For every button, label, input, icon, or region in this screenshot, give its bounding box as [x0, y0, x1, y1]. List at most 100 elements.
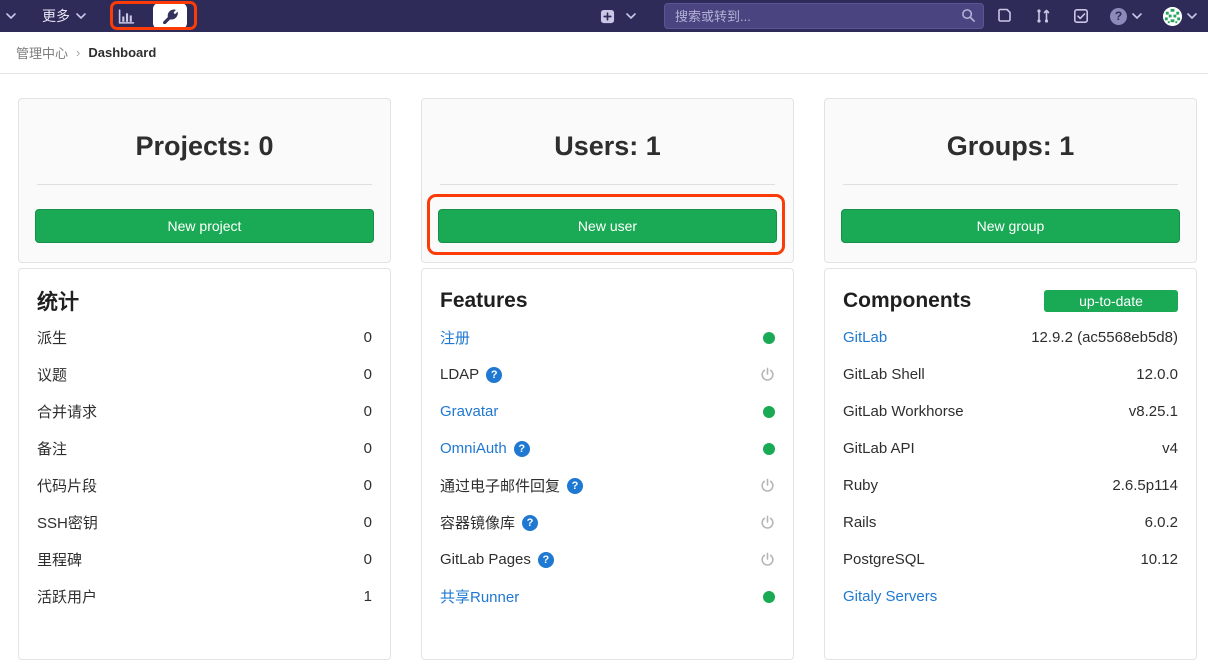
collapsed-item-chevron[interactable]: [2, 7, 20, 25]
statistics-panel: 统计 派生 0 议题 0 合并请求 0 备注 0 代码片段: [18, 268, 391, 660]
help-question-icon[interactable]: ?: [486, 367, 502, 383]
groups-count-title: Groups: 1: [841, 131, 1180, 162]
more-label: 更多: [42, 6, 70, 26]
groups-summary-card: Groups: 1 New group: [824, 98, 1197, 263]
help-question-icon[interactable]: ?: [514, 441, 530, 457]
breadcrumb-separator: ›: [76, 45, 80, 60]
new-menu-chevron[interactable]: [622, 7, 640, 25]
merge-requests-nav-button[interactable]: [1034, 7, 1052, 25]
status-disabled-icon: [760, 478, 775, 493]
new-user-button[interactable]: New user: [438, 209, 777, 243]
stat-value: 0: [364, 366, 372, 383]
projects-count-title: Projects: 0: [35, 131, 374, 162]
stat-label: 备注: [37, 438, 67, 459]
stat-row-active-users: 活跃用户 1: [37, 578, 372, 615]
component-label: GitLab Shell: [843, 366, 925, 383]
avatar: [1163, 7, 1182, 26]
status-enabled-icon: [763, 443, 775, 455]
new-menu-button[interactable]: [598, 7, 616, 25]
new-group-button[interactable]: New group: [841, 209, 1180, 243]
merge-request-icon: [1035, 8, 1051, 24]
components-panel: Components up-to-date GitLab 12.9.2 (ac5…: [824, 268, 1197, 660]
component-label: GitLab Workhorse: [843, 403, 964, 420]
users-count-title: Users: 1: [438, 131, 777, 162]
stat-label: 里程碑: [37, 549, 82, 570]
feature-row-omniauth: OmniAuth?: [440, 430, 775, 467]
wrench-icon: [163, 9, 178, 24]
top-navbar: 更多: [0, 0, 1208, 32]
component-label: Rails: [843, 514, 876, 531]
help-menu[interactable]: ?: [1110, 8, 1143, 25]
feature-row-reply-by-email: 通过电子邮件回复?: [440, 467, 775, 504]
component-label: GitLab API: [843, 440, 915, 457]
component-row-gitlab-workhorse: GitLab Workhorse v8.25.1: [843, 393, 1178, 430]
component-row-rails: Rails 6.0.2: [843, 504, 1178, 541]
issues-icon: [997, 8, 1013, 24]
signup-link[interactable]: 注册: [440, 327, 470, 348]
navbar-left: 更多: [0, 3, 187, 29]
todos-nav-button[interactable]: [1072, 7, 1090, 25]
component-row-postgresql: PostgreSQL 10.12: [843, 541, 1178, 578]
component-row-ruby: Ruby 2.6.5p114: [843, 467, 1178, 504]
gitlab-pages-label: GitLab Pages: [440, 551, 531, 568]
global-search: [664, 3, 984, 29]
stat-row-notes: 备注 0: [37, 430, 372, 467]
bar-chart-icon: [118, 8, 135, 25]
stat-label: 代码片段: [37, 475, 97, 496]
component-label: PostgreSQL: [843, 551, 925, 568]
breadcrumb-current: Dashboard: [88, 45, 156, 60]
breadcrumb: 管理中心 › Dashboard: [0, 32, 1208, 74]
ldap-label: LDAP: [440, 366, 479, 383]
component-row-gitlab-api: GitLab API v4: [843, 430, 1178, 467]
projects-summary-card: Projects: 0 New project: [18, 98, 391, 263]
users-summary-card: Users: 1 New user: [421, 98, 794, 263]
feature-row-container-registry: 容器镜像库?: [440, 504, 775, 541]
search-input[interactable]: [664, 3, 984, 29]
admin-dashboard-page: 更多: [0, 0, 1208, 665]
stat-label: 活跃用户: [37, 586, 97, 607]
help-question-icon[interactable]: ?: [538, 552, 554, 568]
component-version: 10.12: [1140, 551, 1178, 568]
component-row-gitaly-servers: Gitaly Servers: [843, 578, 1178, 615]
status-enabled-icon: [763, 406, 775, 418]
container-registry-label: 容器镜像库: [440, 512, 515, 533]
user-menu[interactable]: [1163, 7, 1198, 26]
plus-square-icon: [600, 9, 615, 24]
more-dropdown[interactable]: 更多: [24, 6, 95, 26]
component-version: 12.9.2 (ac5568eb5d8): [1031, 329, 1178, 346]
stat-label: 合并请求: [37, 401, 97, 422]
stat-row-forks: 派生 0: [37, 319, 372, 356]
component-label: Ruby: [843, 477, 878, 494]
analytics-nav-button[interactable]: [117, 7, 135, 25]
stat-value: 1: [364, 588, 372, 605]
gitaly-servers-link[interactable]: Gitaly Servers: [843, 588, 937, 605]
up-to-date-badge: up-to-date: [1044, 290, 1178, 312]
omniauth-link[interactable]: OmniAuth: [440, 440, 507, 457]
stat-value: 0: [364, 329, 372, 346]
breadcrumb-admin-link[interactable]: 管理中心: [16, 43, 68, 62]
help-question-icon[interactable]: ?: [522, 515, 538, 531]
stat-label: 议题: [37, 364, 67, 385]
stat-value: 0: [364, 514, 372, 531]
stat-value: 0: [364, 477, 372, 494]
feature-row-ldap: LDAP?: [440, 356, 775, 393]
feature-row-shared-runners: 共享Runner: [440, 578, 775, 615]
chevron-down-icon: [1186, 10, 1198, 22]
identicon-avatar-image: [1163, 7, 1182, 26]
component-version: v4: [1162, 440, 1178, 457]
gravatar-link[interactable]: Gravatar: [440, 403, 498, 420]
component-row-gitlab-shell: GitLab Shell 12.0.0: [843, 356, 1178, 393]
issues-nav-button[interactable]: [996, 7, 1014, 25]
admin-area-button[interactable]: [153, 3, 187, 29]
features-panel: Features 注册 LDAP? Gravatar: [421, 268, 794, 660]
help-question-icon[interactable]: ?: [567, 478, 583, 494]
statistics-title: 统计: [37, 286, 79, 316]
gitlab-version-link[interactable]: GitLab: [843, 329, 887, 346]
new-project-button[interactable]: New project: [35, 209, 374, 243]
component-version: 6.0.2: [1145, 514, 1178, 531]
chevron-down-icon: [5, 10, 17, 22]
component-version: 12.0.0: [1136, 366, 1178, 383]
shared-runners-link[interactable]: 共享Runner: [440, 586, 519, 607]
stat-row-merge-requests: 合并请求 0: [37, 393, 372, 430]
navbar-center: [598, 0, 984, 32]
